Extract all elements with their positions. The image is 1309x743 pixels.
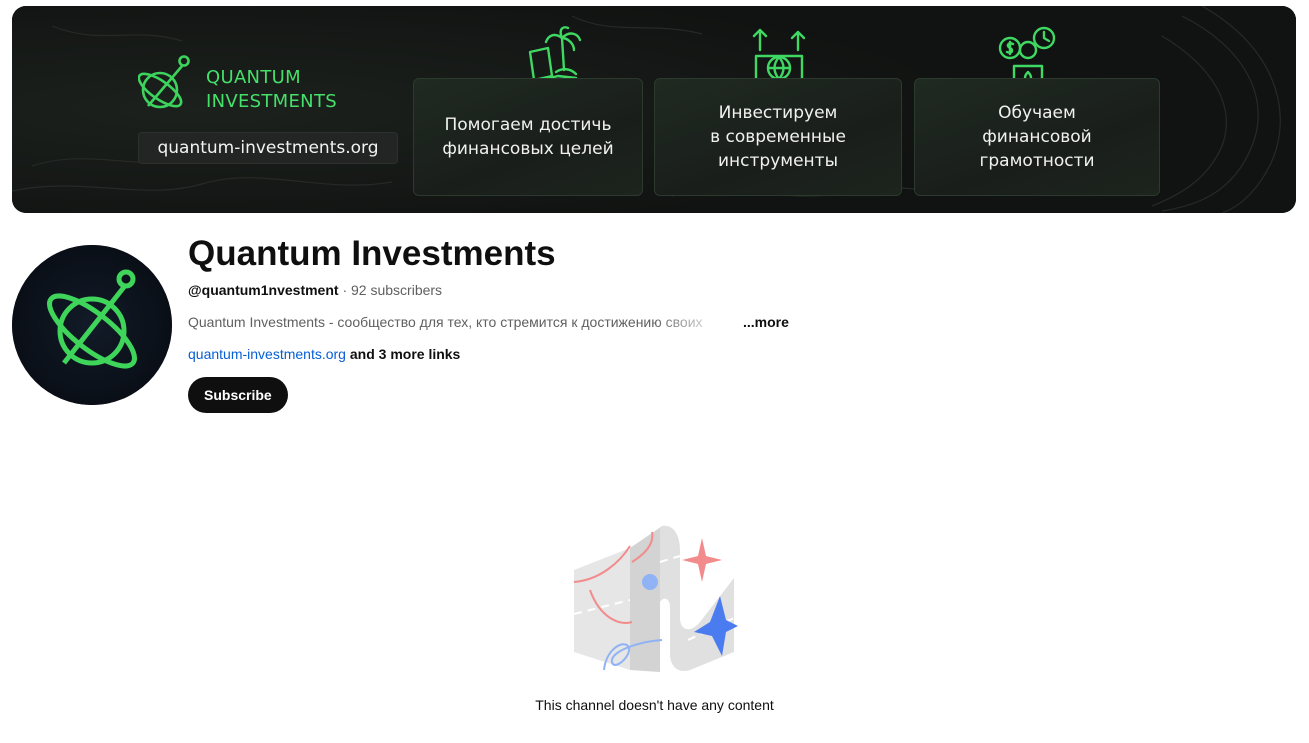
feature-card-goals: Помогаем достичь финансовых целей	[413, 78, 643, 196]
brand-name-line-2: INVESTMENTS	[206, 91, 337, 112]
channel-banner: QUANTUM INVESTMENTS quantum-investments.…	[12, 6, 1296, 213]
card-2-line-2: в современные	[710, 127, 846, 147]
card-1-line-1: Помогаем достичь	[444, 115, 612, 135]
channel-avatar[interactable]	[12, 245, 172, 405]
brand-name: QUANTUM INVESTMENTS	[206, 66, 337, 114]
card-1-line-2: финансовых целей	[442, 139, 614, 159]
feature-card-education: Обучаем финансовой грамотности	[914, 78, 1160, 196]
brand-name-line-1: QUANTUM	[206, 67, 301, 88]
feature-card-invest: Инвестируем в современные инструменты	[654, 78, 902, 196]
card-3-line-3: грамотности	[979, 151, 1095, 171]
card-3-line-1: Обучаем	[998, 103, 1076, 123]
quantum-logo-icon	[138, 55, 190, 109]
meta-separator: ·	[338, 282, 352, 298]
more-links-button[interactable]: and 3 more links	[346, 346, 461, 362]
empty-state-message: This channel doesn't have any content	[535, 697, 774, 713]
card-2-line-1: Инвестируем	[718, 103, 838, 123]
empty-channel-illustration	[573, 525, 738, 672]
channel-links-row: quantum-investments.org and 3 more links	[188, 346, 460, 362]
channel-description-row[interactable]: Quantum Investments - сообщество для тех…	[188, 314, 789, 330]
banner-brand: QUANTUM INVESTMENTS quantum-investments.…	[138, 54, 408, 164]
subscriber-count: 92 subscribers	[351, 282, 443, 298]
channel-handle: @quantum1nvestment	[188, 282, 339, 298]
brand-url: quantum-investments.org	[138, 132, 398, 164]
channel-meta: @quantum1nvestment · 92 subscribers	[188, 282, 442, 298]
quantum-logo-avatar-icon	[12, 245, 172, 405]
channel-description[interactable]: Quantum Investments - сообщество для тех…	[188, 314, 728, 330]
card-3-line-2: финансовой	[982, 127, 1092, 147]
description-more-button[interactable]: ...more	[743, 314, 789, 330]
subscribe-button[interactable]: Subscribe	[188, 377, 288, 413]
channel-link[interactable]: quantum-investments.org	[188, 346, 346, 362]
card-2-line-3: инструменты	[718, 151, 838, 171]
channel-title: Quantum Investments	[188, 234, 556, 273]
